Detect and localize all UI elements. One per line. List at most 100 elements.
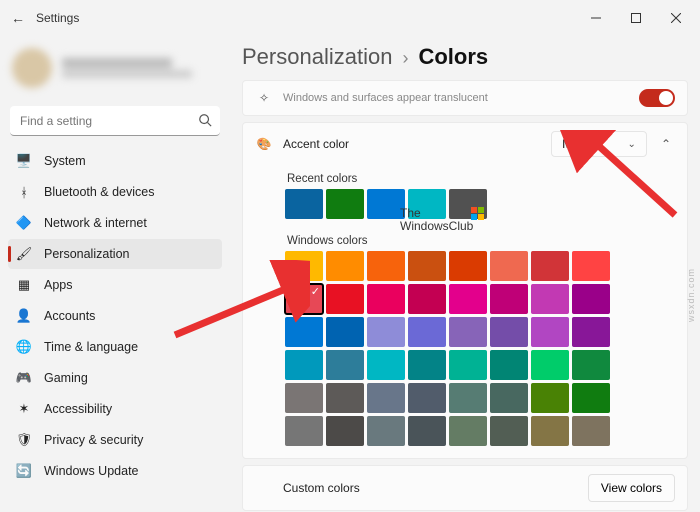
color-swatch[interactable] xyxy=(408,251,446,281)
nav-icon: 👤 xyxy=(16,308,32,324)
color-swatch[interactable] xyxy=(285,251,323,281)
sidebar-item-bluetooth-devices[interactable]: ᚼBluetooth & devices xyxy=(8,177,222,207)
sidebar-item-accounts[interactable]: 👤Accounts xyxy=(8,301,222,331)
color-swatch[interactable] xyxy=(531,350,569,380)
color-swatch[interactable] xyxy=(449,251,487,281)
sidebar-item-apps[interactable]: ▦Apps xyxy=(8,270,222,300)
color-swatch[interactable] xyxy=(531,416,569,446)
color-swatch[interactable] xyxy=(326,189,364,219)
brand-overlay: TheWindowsClub xyxy=(400,207,473,233)
color-swatch[interactable] xyxy=(531,317,569,347)
color-swatch[interactable] xyxy=(490,284,528,314)
color-swatch[interactable] xyxy=(449,383,487,413)
nav-icon: 🎮 xyxy=(16,370,32,386)
color-swatch[interactable] xyxy=(285,383,323,413)
search-box[interactable] xyxy=(10,106,220,136)
maximize-button[interactable] xyxy=(616,4,656,32)
color-swatch[interactable] xyxy=(367,416,405,446)
windows-colors xyxy=(285,251,615,446)
color-swatch[interactable] xyxy=(367,383,405,413)
color-swatch[interactable] xyxy=(326,350,364,380)
color-swatch[interactable] xyxy=(326,317,364,347)
color-swatch[interactable] xyxy=(285,416,323,446)
color-swatch[interactable] xyxy=(326,416,364,446)
color-swatch[interactable] xyxy=(531,383,569,413)
nav-icon: 🔷 xyxy=(16,215,32,231)
search-icon xyxy=(198,113,212,132)
color-swatch[interactable] xyxy=(326,383,364,413)
close-button[interactable] xyxy=(656,4,696,32)
color-swatch[interactable] xyxy=(408,284,446,314)
watermark: wsxdn.com xyxy=(686,268,696,322)
windows-colors-label: Windows colors xyxy=(287,235,675,247)
color-swatch[interactable] xyxy=(367,251,405,281)
accent-mode-dropdown[interactable]: Manual ⌄ xyxy=(551,131,647,157)
sidebar-item-gaming[interactable]: 🎮 Gaming xyxy=(8,363,222,393)
color-swatch[interactable] xyxy=(449,317,487,347)
content: Personalization › Colors ✧ Windows and s… xyxy=(230,36,700,512)
nav-icon: ▦ xyxy=(16,277,32,293)
sidebar-item-label: Time & language xyxy=(44,340,138,354)
color-swatch[interactable] xyxy=(572,251,610,281)
sidebar-item-windows-update[interactable]: 🔄Windows Update xyxy=(8,456,222,486)
transparency-card: ✧ Windows and surfaces appear translucen… xyxy=(242,80,688,116)
color-swatch[interactable] xyxy=(490,317,528,347)
custom-colors-label: Custom colors xyxy=(283,481,360,495)
color-swatch[interactable] xyxy=(531,251,569,281)
color-swatch[interactable] xyxy=(285,284,323,314)
accent-label: Accent color xyxy=(283,137,349,151)
windows-logo-icon xyxy=(471,207,485,221)
color-swatch[interactable] xyxy=(572,284,610,314)
color-swatch[interactable] xyxy=(408,350,446,380)
sidebar-item-label: Gaming xyxy=(44,371,88,385)
color-swatch[interactable] xyxy=(408,383,446,413)
sidebar-item-personalization[interactable]: 🖌Personalization xyxy=(8,239,222,269)
back-button[interactable]: ← xyxy=(4,4,32,32)
color-swatch[interactable] xyxy=(367,350,405,380)
color-swatch[interactable] xyxy=(572,317,610,347)
color-swatch[interactable] xyxy=(408,317,446,347)
color-swatch[interactable] xyxy=(490,416,528,446)
sidebar: 🖥️SystemᚼBluetooth & devices🔷Network & i… xyxy=(0,36,230,512)
sidebar-item-privacy-security[interactable]: 🛡Privacy & security xyxy=(8,425,222,455)
sidebar-item-network-internet[interactable]: 🔷Network & internet xyxy=(8,208,222,238)
color-swatch[interactable] xyxy=(326,251,364,281)
color-swatch[interactable] xyxy=(449,284,487,314)
color-swatch[interactable] xyxy=(449,416,487,446)
color-swatch[interactable] xyxy=(285,317,323,347)
color-swatch[interactable] xyxy=(367,284,405,314)
color-swatch[interactable] xyxy=(490,383,528,413)
collapse-icon[interactable]: ⌃ xyxy=(657,137,675,151)
titlebar: ← Settings xyxy=(0,0,700,36)
breadcrumb-parent[interactable]: Personalization xyxy=(242,44,392,70)
color-swatch[interactable] xyxy=(531,284,569,314)
color-swatch[interactable] xyxy=(408,416,446,446)
color-swatch[interactable] xyxy=(490,251,528,281)
user-block[interactable] xyxy=(8,42,222,102)
sidebar-item-label: Personalization xyxy=(44,247,129,261)
color-swatch[interactable] xyxy=(572,350,610,380)
color-swatch[interactable] xyxy=(367,317,405,347)
sidebar-item-label: Bluetooth & devices xyxy=(44,185,155,199)
custom-colors-card: Custom colors View colors xyxy=(242,465,688,511)
sidebar-item-system[interactable]: 🖥️System xyxy=(8,146,222,176)
breadcrumb: Personalization › Colors xyxy=(242,44,688,70)
color-swatch[interactable] xyxy=(572,383,610,413)
nav-icon: 🔄 xyxy=(16,463,32,479)
search-input[interactable] xyxy=(10,106,220,136)
color-swatch[interactable] xyxy=(285,189,323,219)
color-swatch[interactable] xyxy=(490,350,528,380)
sidebar-item-accessibility[interactable]: ✶Accessibility xyxy=(8,394,222,424)
minimize-button[interactable] xyxy=(576,4,616,32)
sidebar-item-label: Privacy & security xyxy=(44,433,143,447)
color-swatch[interactable] xyxy=(572,416,610,446)
sparkle-icon: ✧ xyxy=(255,89,273,107)
accent-mode-value: Manual xyxy=(562,137,601,151)
color-swatch[interactable] xyxy=(326,284,364,314)
color-swatch[interactable] xyxy=(449,350,487,380)
sidebar-item-time-language[interactable]: 🌐Time & language xyxy=(8,332,222,362)
nav-icon: ✶ xyxy=(16,401,32,417)
color-swatch[interactable] xyxy=(285,350,323,380)
view-colors-button[interactable]: View colors xyxy=(588,474,675,502)
transparency-toggle[interactable] xyxy=(639,89,675,107)
